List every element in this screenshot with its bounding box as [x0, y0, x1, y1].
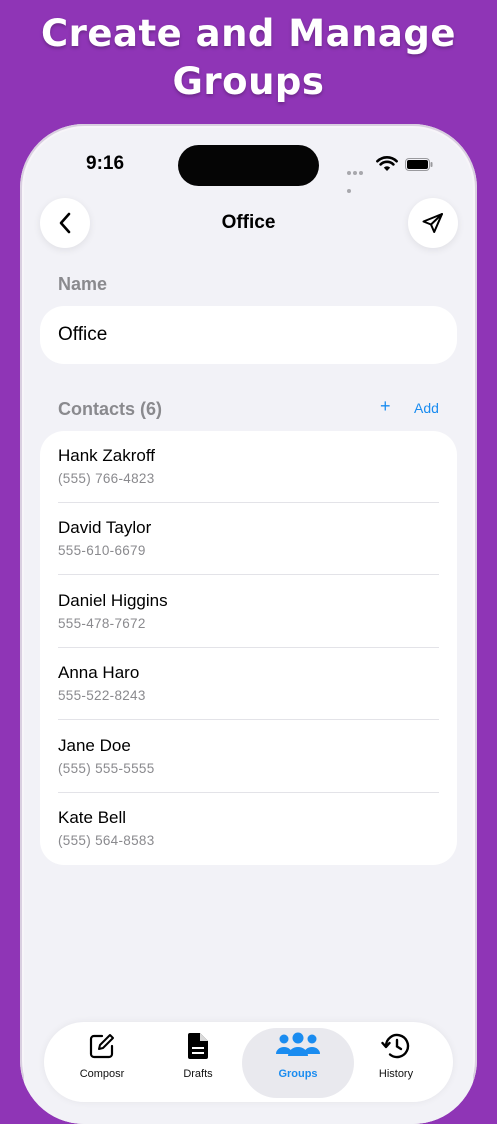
clock-history-icon — [381, 1033, 410, 1059]
tab-bar: Composr Drafts Groups History — [44, 1022, 453, 1102]
contact-row[interactable]: Hank Zakroff (555) 766-4823 — [40, 431, 457, 503]
contacts-list: Hank Zakroff (555) 766-4823 David Taylor… — [40, 431, 457, 865]
battery-icon — [405, 158, 433, 171]
contact-phone: (555) 555-5555 — [58, 761, 155, 776]
tab-label: Drafts — [183, 1068, 213, 1080]
page-title: Office — [221, 212, 276, 233]
compose-icon — [89, 1034, 114, 1059]
phone-frame: 9:16 Office Name Office Contacts (6) + A… — [20, 124, 477, 1124]
contacts-section-label: Contacts (6) — [58, 399, 163, 419]
contact-phone: (555) 766-4823 — [58, 471, 155, 486]
contact-row[interactable]: Kate Bell (555) 564-8583 — [40, 793, 457, 865]
contact-name: Hank Zakroff — [58, 446, 156, 465]
tab-groups[interactable]: Groups — [242, 1022, 354, 1102]
contact-phone: 555-610-6679 — [58, 543, 146, 558]
tab-label: History — [378, 1068, 414, 1080]
plus-icon[interactable]: + — [380, 396, 391, 417]
contact-name: Daniel Higgins — [58, 591, 168, 610]
name-section-label: Name — [58, 274, 108, 294]
promo-headline: Create and Manage Groups — [0, 10, 497, 106]
contact-phone: (555) 564-8583 — [58, 833, 155, 848]
divider — [58, 719, 439, 720]
contact-row[interactable]: Jane Doe (555) 555-5555 — [40, 721, 457, 793]
document-icon — [188, 1033, 208, 1059]
contact-row[interactable]: Daniel Higgins 555-478-7672 — [40, 576, 457, 648]
contact-name: David Taylor — [58, 518, 152, 537]
status-time: 9:16 — [86, 153, 125, 174]
contact-row[interactable]: David Taylor 555-610-6679 — [40, 503, 457, 575]
contact-phone: 555-478-7672 — [58, 616, 146, 631]
paper-plane-icon — [422, 213, 443, 233]
people-icon — [276, 1032, 320, 1056]
contact-row[interactable]: Anna Haro 555-522-8243 — [40, 648, 457, 720]
dynamic-island — [178, 145, 319, 186]
contact-phone: 555-522-8243 — [58, 688, 146, 703]
wifi-icon — [376, 156, 398, 171]
divider — [58, 574, 439, 575]
tab-drafts[interactable]: Drafts — [148, 1022, 248, 1102]
send-button[interactable] — [408, 198, 458, 248]
promo-line-1: Create and Manage — [41, 12, 456, 55]
contact-name: Jane Doe — [58, 736, 131, 755]
group-name-field[interactable]: Office — [40, 306, 457, 364]
cellular-signal-icon — [347, 162, 369, 193]
tab-label: Groups — [278, 1068, 318, 1080]
group-name-value[interactable]: Office — [58, 324, 107, 346]
tab-history[interactable]: History — [346, 1022, 446, 1102]
promo-line-2: Groups — [172, 60, 325, 103]
tab-label: Composr — [79, 1068, 125, 1080]
contact-name: Anna Haro — [58, 663, 140, 682]
tab-composr[interactable]: Composr — [52, 1022, 152, 1102]
app-screen: 9:16 Office Name Office Contacts (6) + A… — [24, 128, 473, 1124]
add-contact-button[interactable]: Add — [414, 400, 439, 416]
contact-name: Kate Bell — [58, 808, 127, 827]
